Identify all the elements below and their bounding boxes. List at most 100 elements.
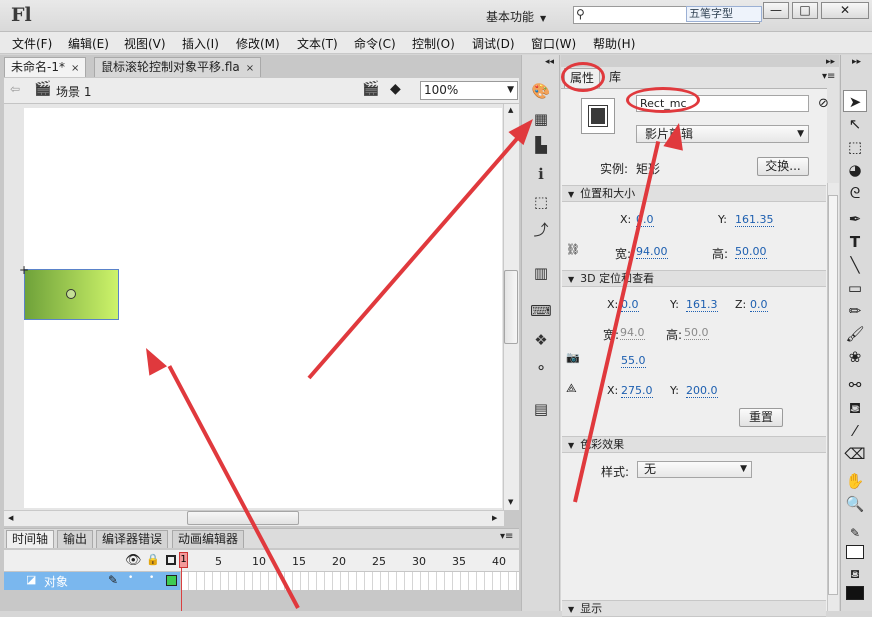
eye-icon[interactable]: 👁 bbox=[125, 553, 142, 568]
vanishing-y-value[interactable]: 200.0 bbox=[686, 384, 718, 398]
bone-tool-icon[interactable]: ⚯ bbox=[843, 374, 867, 396]
section-3d-position[interactable]: ▼ 3D 定位和查看 bbox=[562, 270, 826, 287]
stage-horizontal-scroll-thumb[interactable] bbox=[187, 511, 299, 525]
tab-motion-editor[interactable]: 动画编辑器 bbox=[172, 530, 245, 548]
eyedropper-tool-icon[interactable]: ⁄ bbox=[843, 420, 867, 442]
scroll-up-icon[interactable]: ▲ bbox=[508, 106, 513, 114]
properties-scroll-thumb[interactable] bbox=[828, 195, 838, 595]
menu-file[interactable]: 文件(F) bbox=[12, 35, 52, 52]
tab-library[interactable]: 库 bbox=[604, 68, 626, 88]
pencil-tool-icon[interactable]: ✏ bbox=[843, 300, 867, 322]
pen-tool-icon[interactable]: ✒ bbox=[843, 208, 867, 230]
menu-view[interactable]: 视图(V) bbox=[124, 35, 166, 52]
perspective-angle-value[interactable]: 55.0 bbox=[621, 354, 646, 368]
playhead-handle[interactable]: 1 bbox=[179, 552, 188, 568]
section-display[interactable]: ▼ 显示 bbox=[562, 600, 826, 617]
tab-untitled[interactable]: 未命名-1* × bbox=[4, 57, 87, 77]
menu-edit[interactable]: 编辑(E) bbox=[68, 35, 109, 52]
tab-fla-file[interactable]: 鼠标滚轮控制对象平移.fla × bbox=[94, 57, 262, 77]
width-value[interactable]: 94.00 bbox=[636, 245, 668, 259]
vanishing-x-value[interactable]: 275.0 bbox=[621, 384, 653, 398]
close-icon[interactable]: × bbox=[71, 63, 79, 74]
paint-bucket-tool-icon[interactable]: ⛾ bbox=[843, 397, 867, 419]
color-panel-icon[interactable]: 🎨 bbox=[530, 80, 552, 102]
color-style-select[interactable]: 无 ▼ bbox=[637, 461, 752, 478]
close-button[interactable]: ✕ bbox=[821, 2, 869, 19]
projector-icon[interactable]: ▤ bbox=[530, 398, 552, 420]
tab-timeline[interactable]: 时间轴 bbox=[6, 530, 55, 548]
reset-button[interactable]: 重置 bbox=[739, 408, 783, 427]
scroll-down-icon[interactable]: ▼ bbox=[508, 498, 513, 506]
motion-presets-icon[interactable]: ⚬ bbox=[530, 357, 552, 379]
swap-button[interactable]: 交换... bbox=[757, 157, 809, 176]
transform-icon[interactable]: ⬚ bbox=[530, 191, 552, 213]
height-value[interactable]: 50.00 bbox=[735, 245, 767, 259]
tab-output[interactable]: 输出 bbox=[57, 530, 94, 548]
panel-menu-icon[interactable]: ▾≡ bbox=[500, 531, 513, 542]
align-icon[interactable]: ▙ bbox=[530, 134, 552, 156]
zoom-select[interactable]: 100% ▼ bbox=[420, 81, 518, 100]
menu-window[interactable]: 窗口(W) bbox=[531, 35, 576, 52]
visibility-dot[interactable]: • bbox=[128, 573, 133, 583]
info-icon[interactable]: ℹ bbox=[530, 163, 552, 185]
fill-color-swatch[interactable] bbox=[846, 586, 864, 600]
stroke-color-swatch[interactable] bbox=[846, 545, 864, 559]
swf-history-icon[interactable]: ⊘ bbox=[818, 96, 829, 111]
lock-ratio-icon[interactable]: ⛓ bbox=[566, 243, 580, 256]
lock-dot[interactable]: • bbox=[149, 573, 154, 583]
text-tool-icon[interactable]: T bbox=[843, 231, 867, 253]
menu-control[interactable]: 控制(O) bbox=[412, 35, 455, 52]
line-tool-icon[interactable]: ╲ bbox=[843, 254, 867, 276]
menu-insert[interactable]: 插入(I) bbox=[182, 35, 219, 52]
menu-modify[interactable]: 修改(M) bbox=[236, 35, 280, 52]
3d-z-value[interactable]: 0.0 bbox=[750, 298, 768, 312]
scroll-right-icon[interactable]: ▶ bbox=[492, 514, 497, 522]
maximize-button[interactable]: □ bbox=[792, 2, 818, 19]
edit-symbol-icon[interactable]: ◆ bbox=[390, 81, 401, 97]
scroll-left-icon[interactable]: ◀ bbox=[8, 514, 13, 522]
menu-commands[interactable]: 命令(C) bbox=[354, 35, 396, 52]
3d-y-value[interactable]: 161.3 bbox=[686, 298, 718, 312]
close-icon[interactable]: × bbox=[246, 63, 254, 74]
lasso-tool-icon[interactable]: ᘓ bbox=[843, 182, 867, 204]
free-transform-tool-icon[interactable]: ⬚ bbox=[843, 136, 867, 158]
layer-row[interactable]: ◪ 对象 ✎ • • bbox=[4, 572, 180, 590]
fill-color-icon[interactable]: ⛾ bbox=[843, 563, 867, 585]
timeline-frames[interactable] bbox=[181, 572, 519, 590]
brush-tool-icon[interactable]: 🖌 bbox=[843, 323, 867, 345]
components-icon[interactable]: ❖ bbox=[530, 329, 552, 351]
history-icon[interactable]: ⤴ bbox=[530, 219, 552, 241]
symbol-type-select[interactable]: 影片剪辑 ▼ bbox=[636, 125, 809, 143]
lock-icon[interactable]: 🔒 bbox=[146, 553, 160, 566]
edit-scene-icon[interactable]: 🎬 bbox=[362, 81, 379, 97]
transform-point[interactable] bbox=[66, 289, 76, 299]
subselection-tool-icon[interactable]: ↖ bbox=[843, 113, 867, 135]
deco-tool-icon[interactable]: ❀ bbox=[843, 346, 867, 368]
selection-tool-icon[interactable]: ➤ bbox=[843, 90, 867, 112]
expand-arrows-icon[interactable]: ▸▸ bbox=[826, 57, 835, 67]
hand-tool-icon[interactable]: ✋ bbox=[843, 470, 867, 492]
menu-help[interactable]: 帮助(H) bbox=[593, 35, 635, 52]
menu-debug[interactable]: 调试(D) bbox=[472, 35, 515, 52]
tab-compiler-errors[interactable]: 编译器错误 bbox=[96, 530, 169, 548]
expand-arrows-icon[interactable]: ▸▸ bbox=[852, 57, 861, 67]
outline-color-swatch[interactable] bbox=[166, 575, 177, 586]
panel-menu-icon[interactable]: ▾≡ bbox=[822, 71, 835, 82]
3d-rotation-tool-icon[interactable]: ◕ bbox=[843, 159, 867, 181]
menu-text[interactable]: 文本(T) bbox=[297, 35, 338, 52]
minimize-button[interactable]: — bbox=[763, 2, 789, 19]
eraser-tool-icon[interactable]: ⌫ bbox=[843, 443, 867, 465]
zoom-tool-icon[interactable]: 🔍 bbox=[843, 493, 867, 515]
back-arrow-icon[interactable]: ⇦ bbox=[10, 82, 20, 96]
section-color-effect[interactable]: ▼ 色彩效果 bbox=[562, 436, 826, 453]
outline-icon[interactable] bbox=[166, 555, 176, 565]
section-position-size[interactable]: ▼ 位置和大小 bbox=[562, 185, 826, 202]
actions-icon[interactable]: ⌨ bbox=[530, 300, 552, 322]
rectangle-tool-icon[interactable]: ▭ bbox=[843, 277, 867, 299]
collapse-arrows-icon[interactable]: ◂◂ bbox=[545, 57, 554, 67]
library-icon[interactable]: ▥ bbox=[530, 262, 552, 284]
stroke-color-icon[interactable]: ✎ bbox=[843, 522, 867, 544]
workspace-switcher[interactable]: 基本功能 ▼ bbox=[486, 8, 546, 25]
y-value[interactable]: 161.35 bbox=[735, 213, 774, 227]
stage-vertical-scroll-thumb[interactable] bbox=[504, 270, 518, 344]
